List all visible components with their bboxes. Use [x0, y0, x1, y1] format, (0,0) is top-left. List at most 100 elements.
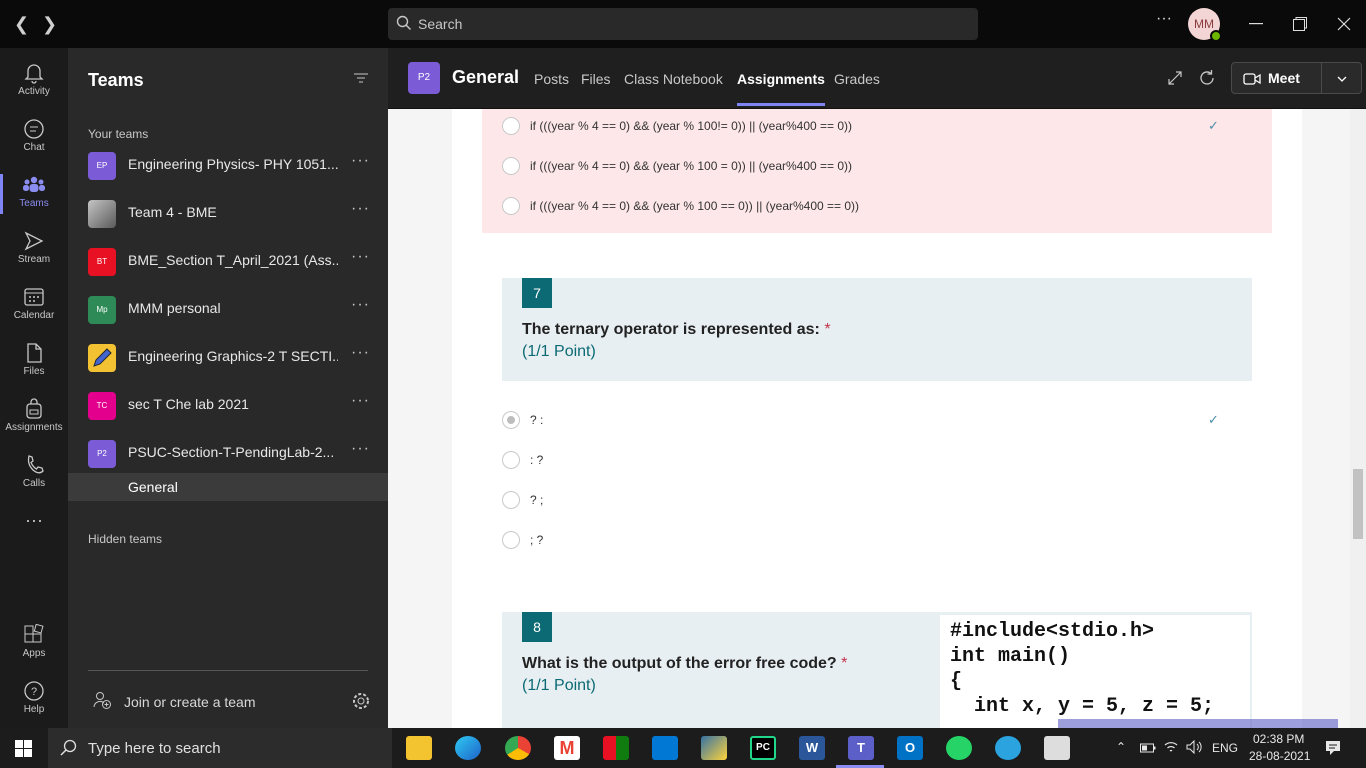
team-item[interactable]: TC sec T Che lab 2021 ··· — [68, 386, 388, 430]
clock-date[interactable]: 28-08-2021 — [1249, 749, 1310, 763]
question-title: What is the output of the error free cod… — [522, 655, 847, 673]
volume-icon[interactable] — [1186, 740, 1204, 754]
checkmark-icon: ✓ — [1208, 412, 1219, 427]
tab-assignments[interactable]: Assignments — [737, 71, 825, 106]
notification-icon[interactable] — [1325, 740, 1341, 756]
word-icon[interactable]: W — [799, 736, 825, 760]
question-8-header: 8 What is the output of the error free c… — [502, 612, 1252, 728]
clock-time[interactable]: 02:38 PM — [1253, 732, 1304, 746]
gear-icon[interactable] — [352, 692, 370, 710]
channel-title: General — [452, 67, 520, 87]
rail-label: Help — [23, 704, 45, 715]
team-item[interactable]: Engineering Graphics-2 T SECTI... ··· — [68, 338, 388, 382]
rail-apps[interactable]: Apps — [0, 618, 68, 674]
outlook-icon[interactable]: O — [897, 736, 923, 760]
channel-general[interactable]: General — [68, 473, 388, 501]
avatar[interactable]: MM — [1188, 8, 1222, 42]
pycharm-icon[interactable]: PC — [750, 736, 776, 760]
app-icon[interactable] — [603, 736, 629, 760]
edge-icon[interactable] — [455, 736, 481, 760]
radio-button[interactable] — [502, 491, 520, 509]
radio-button[interactable] — [502, 451, 520, 469]
radio-button[interactable] — [502, 157, 520, 175]
tab-posts[interactable]: Posts — [534, 71, 569, 87]
tab-grades[interactable]: Grades — [834, 71, 880, 87]
teams-taskbar-icon[interactable]: T — [848, 736, 874, 760]
team-more-icon[interactable]: ··· — [351, 392, 370, 410]
team-item[interactable]: Mp MMM personal ··· — [68, 290, 388, 334]
tab-class-notebook[interactable]: Class Notebook — [624, 71, 723, 87]
teams-panel: Teams Your teams EP Engineering Physics-… — [68, 48, 388, 728]
radio-button[interactable] — [502, 197, 520, 215]
wifi-icon[interactable] — [1163, 740, 1179, 754]
radio-button-selected[interactable] — [502, 411, 520, 429]
radio-button[interactable] — [502, 117, 520, 135]
telegram-icon[interactable] — [995, 736, 1021, 760]
checkmark-icon: ✓ — [1208, 118, 1219, 133]
team-more-icon[interactable]: ··· — [351, 152, 370, 170]
rail-more[interactable]: ··· — [0, 506, 68, 562]
refresh-icon[interactable] — [1198, 69, 1216, 87]
whatsapp-icon[interactable] — [946, 736, 972, 760]
gmail-icon[interactable]: M — [554, 736, 580, 760]
team-more-icon[interactable]: ··· — [351, 200, 370, 218]
option-text: ? ; — [530, 493, 544, 507]
minimize-icon[interactable] — [1249, 23, 1263, 25]
search-input[interactable]: Search — [388, 8, 978, 40]
rail-stream[interactable]: Stream — [0, 224, 68, 280]
more-options-icon[interactable]: ··· — [1156, 10, 1172, 28]
chevron-up-icon[interactable]: ⌃ — [1116, 740, 1126, 754]
python-icon[interactable] — [701, 736, 727, 760]
file-explorer-icon[interactable] — [406, 736, 432, 760]
chrome-icon[interactable] — [505, 736, 531, 760]
hidden-teams-header[interactable]: Hidden teams — [88, 532, 162, 546]
rail-teams[interactable]: Teams — [0, 168, 68, 224]
radio-button[interactable] — [502, 531, 520, 549]
meet-button[interactable]: Meet — [1231, 62, 1362, 94]
rail-label: Apps — [22, 648, 46, 659]
team-name: sec T Che lab 2021 — [128, 396, 249, 412]
battery-icon[interactable] — [1140, 742, 1156, 754]
windows-start-icon[interactable] — [15, 740, 33, 758]
rail-calls[interactable]: Calls — [0, 448, 68, 504]
taskbar-search-placeholder: Type here to search — [88, 740, 221, 757]
question-number: 7 — [522, 278, 552, 308]
vscode-icon[interactable] — [652, 736, 678, 760]
option-text: ; ? — [530, 533, 544, 547]
close-icon[interactable] — [1337, 17, 1351, 31]
team-more-icon[interactable]: ··· — [351, 440, 370, 458]
app-icon[interactable] — [1044, 736, 1070, 760]
join-label: Join or create a team — [124, 694, 256, 710]
scrollbar-thumb[interactable] — [1353, 469, 1363, 539]
scrollbar[interactable] — [1350, 109, 1366, 728]
team-more-icon[interactable]: ··· — [351, 344, 370, 362]
team-item[interactable]: P2 PSUC-Section-T-PendingLab-2... ··· — [68, 434, 388, 478]
expand-icon[interactable] — [1167, 70, 1183, 86]
tab-files[interactable]: Files — [581, 71, 611, 87]
rail-files[interactable]: Files — [0, 336, 68, 392]
filter-icon[interactable] — [354, 72, 368, 84]
join-create-team-button[interactable]: Join or create a team — [92, 690, 256, 713]
team-more-icon[interactable]: ··· — [351, 248, 370, 266]
rail-calendar[interactable]: Calendar — [0, 280, 68, 336]
team-item[interactable]: EP Engineering Physics- PHY 1051... ··· — [68, 146, 388, 190]
rail-label: Assignments — [5, 422, 63, 433]
rail-chat[interactable]: Chat — [0, 112, 68, 168]
team-item[interactable]: BT BME_Section T_April_2021 (Ass... ··· — [68, 242, 388, 286]
quiz-card: if (((year % 4 == 0) && (year % 100!= 0)… — [452, 109, 1302, 728]
language-indicator[interactable]: ENG — [1212, 741, 1238, 755]
rail-activity[interactable]: Activity — [0, 56, 68, 112]
forward-arrow-icon[interactable]: ❯ — [42, 14, 57, 35]
team-more-icon[interactable]: ··· — [351, 296, 370, 314]
more-icon: ··· — [25, 510, 43, 530]
team-item[interactable]: Team 4 - BME ··· — [68, 194, 388, 238]
rail-help[interactable]: ? Help — [0, 674, 68, 730]
search-icon — [60, 739, 77, 756]
your-teams-header: Your teams — [88, 127, 149, 141]
chevron-down-icon[interactable] — [1337, 75, 1347, 83]
option-text: : ? — [530, 453, 544, 467]
back-arrow-icon[interactable]: ❮ — [14, 14, 29, 35]
rail-assignments[interactable]: Assignments — [0, 392, 68, 448]
restore-icon[interactable] — [1293, 17, 1307, 31]
taskbar-search[interactable]: Type here to search — [48, 728, 392, 768]
